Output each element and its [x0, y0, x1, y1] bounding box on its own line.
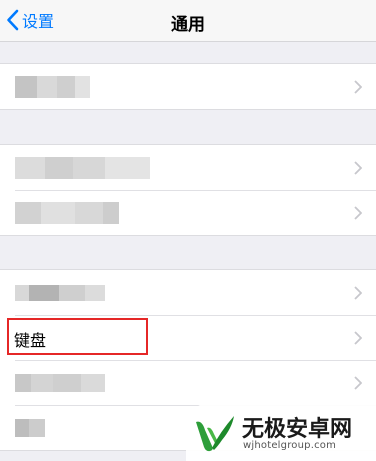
chevron-right-icon — [354, 286, 362, 300]
list-item[interactable] — [0, 190, 376, 235]
chevron-right-icon — [354, 206, 362, 220]
redacted-label — [15, 76, 90, 98]
watermark-title: 无极安卓网 — [242, 417, 353, 442]
chevron-right-icon — [354, 376, 362, 390]
navigation-bar: 设置 通用 — [0, 0, 376, 42]
watermark: 无极安卓网 wjhotelgroup.com — [186, 402, 376, 461]
page-title: 通用 — [171, 15, 205, 35]
settings-group-2 — [0, 144, 376, 236]
settings-group-1 — [0, 63, 376, 110]
watermark-url: wjhotelgroup.com — [243, 440, 337, 451]
redacted-label — [15, 157, 150, 179]
chevron-right-icon — [354, 331, 362, 345]
redacted-label — [15, 374, 105, 392]
list-item[interactable] — [0, 64, 376, 109]
redacted-label — [15, 419, 45, 437]
redacted-label — [15, 202, 119, 224]
list-item[interactable] — [0, 360, 376, 405]
chevron-right-icon — [354, 80, 362, 94]
list-item[interactable] — [0, 145, 376, 190]
chevron-right-icon — [354, 161, 362, 175]
watermark-logo-icon — [196, 416, 234, 452]
list-item[interactable] — [0, 270, 376, 315]
highlight-box — [7, 318, 148, 355]
redacted-label — [15, 285, 105, 301]
